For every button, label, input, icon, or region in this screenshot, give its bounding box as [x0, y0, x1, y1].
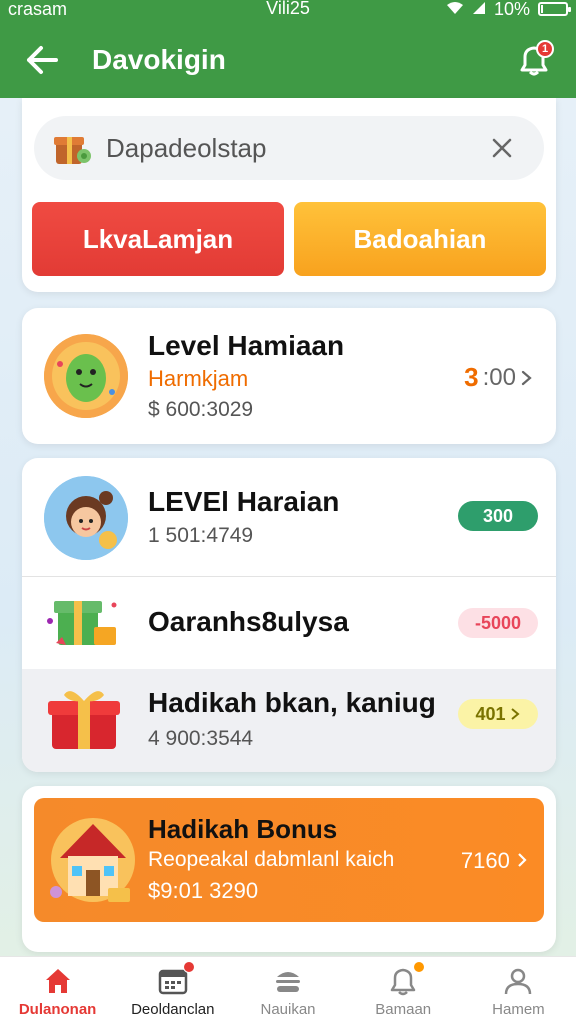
- tab-notifications[interactable]: Bamaan: [346, 957, 461, 1024]
- item-title: Hadikah bkan, kaniug: [148, 687, 436, 718]
- item-pill: -5000: [458, 608, 538, 638]
- chevron-right-icon: [518, 853, 527, 867]
- tab-label: Deoldanclan: [131, 1001, 215, 1018]
- house-icon: [48, 812, 138, 908]
- bonus-banner[interactable]: Hadikah Bonus Reopeakal dabmlanl kaich $…: [34, 798, 544, 922]
- bonus-value: 7160: [461, 848, 528, 874]
- arrow-left-icon: [27, 46, 58, 74]
- search-input[interactable]: [106, 132, 480, 164]
- back-button[interactable]: [12, 30, 72, 90]
- gift-icon: [50, 126, 94, 170]
- status-icons: 10%: [446, 0, 571, 20]
- tab-label: Dulanonan: [18, 1001, 97, 1018]
- bonus-subtitle: Reopeakal dabmlanl kaich: [148, 848, 395, 871]
- tab-label: Nauikan: [260, 1001, 316, 1018]
- red-gift-icon: [44, 683, 128, 755]
- home-icon: [40, 963, 76, 999]
- list-item[interactable]: LEVEl Haraian 1 501:4749 300: [22, 458, 556, 576]
- item-pill-value: 401: [475, 703, 506, 724]
- close-icon: [492, 138, 512, 158]
- tab-label: Hamem: [492, 1001, 545, 1018]
- wifi-icon: [446, 0, 464, 20]
- chevron-right-icon: [521, 370, 532, 385]
- item-subtitle: Harmkjam: [148, 366, 249, 391]
- page-title: Davokigin: [92, 44, 226, 75]
- list-item[interactable]: Hadikah bkan, kaniug 4 900:3544 401: [22, 669, 556, 772]
- bonus-title: Hadikah Bonus: [148, 814, 338, 844]
- item-value-rest: :00: [482, 363, 516, 391]
- girl-avatar: [44, 476, 128, 560]
- bonus-value-text: 7160: [460, 848, 510, 873]
- item-value: 3:00: [464, 362, 534, 393]
- bonus-meta: $9:01 3290: [148, 878, 259, 903]
- battery-percent: 10%: [493, 0, 530, 19]
- tab-profile[interactable]: Hamem: [461, 957, 576, 1024]
- search-card: LkvaLamjan Badoahian: [22, 98, 556, 292]
- tab-label: Bamaan: [375, 1001, 432, 1018]
- user-icon: [500, 963, 536, 999]
- tab-badge: [182, 961, 195, 973]
- notification-badge: 1: [536, 40, 554, 58]
- tab-bar: Dulanonan Deoldanclan Nauikan Bamaan Ham…: [0, 956, 576, 1024]
- app-header: Davokigin 1: [0, 22, 576, 98]
- signal-icon: [472, 0, 486, 20]
- item-title: Oaranhs8ulysa: [148, 606, 349, 637]
- search-box[interactable]: [34, 116, 544, 180]
- item-meta: 4 900:3544: [148, 727, 254, 750]
- item-meta: $ 600:3029: [148, 398, 254, 421]
- list-item[interactable]: Oaranhs8ulysa -5000: [22, 577, 556, 669]
- bell-icon: [385, 961, 426, 999]
- list-card: Level Hamiaan Harmkjam $ 600:3029 3:00: [22, 308, 556, 444]
- notifications-button[interactable]: 1: [506, 32, 562, 88]
- bonus-card: Hadikah Bonus Reopeakal dabmlanl kaich $…: [22, 786, 556, 952]
- tab-home[interactable]: Dulanonan: [0, 957, 115, 1024]
- dinosaur-avatar: [44, 334, 128, 418]
- item-meta: 1 501:4749: [148, 524, 254, 547]
- battery-icon: [538, 2, 571, 16]
- item-value-strong: 3: [464, 362, 479, 392]
- item-title: LEVEl Haraian: [148, 486, 340, 517]
- chevron-right-icon: [510, 708, 520, 720]
- item-title: Level Hamiaan: [148, 330, 345, 361]
- item-pill: 300: [458, 501, 538, 531]
- tab-calendar[interactable]: Deoldanclan: [115, 957, 230, 1024]
- primary-action-button[interactable]: LkvaLamjan: [32, 202, 284, 276]
- status-bar: crasam Vili25 10%: [0, 0, 576, 22]
- list-card: LEVEl Haraian 1 501:4749 300 Oaranhs8uly…: [22, 458, 556, 772]
- tab-menu[interactable]: Nauikan: [230, 957, 345, 1024]
- gift-box-icon: [44, 587, 128, 659]
- clear-search-button[interactable]: [480, 126, 524, 170]
- calendar-icon: [155, 961, 195, 999]
- item-pill: 401: [458, 699, 538, 729]
- battery-level: [541, 5, 543, 13]
- list-item[interactable]: Level Hamiaan Harmkjam $ 600:3029 3:00: [22, 308, 556, 444]
- tab-badge: [413, 961, 426, 973]
- secondary-action-button[interactable]: Badoahian: [294, 202, 546, 276]
- burger-icon: [270, 963, 306, 999]
